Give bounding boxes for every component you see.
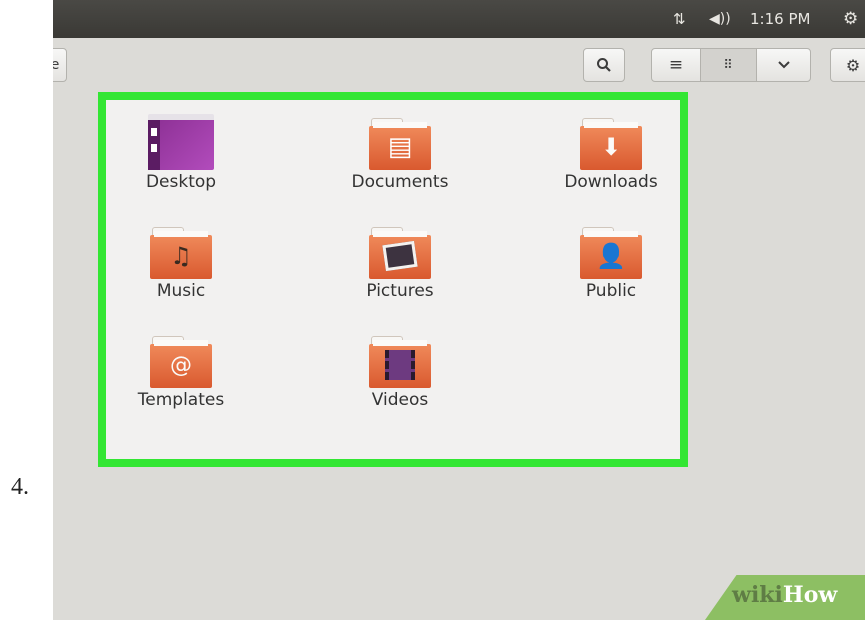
- folder-item-desktop[interactable]: Desktop: [106, 114, 256, 192]
- power-gear-icon[interactable]: ⚙: [843, 9, 858, 29]
- grid-view-button[interactable]: ⠿: [700, 48, 757, 82]
- folder-label: Templates: [137, 390, 225, 410]
- toolbar: e ≡ ⠿ ⚙: [53, 38, 865, 100]
- folder-item-pictures[interactable]: Pictures: [325, 223, 475, 301]
- templates-folder-icon: @: [148, 332, 214, 388]
- grid-view-icon: ⠿: [723, 57, 734, 73]
- folder-item-downloads[interactable]: ⬇ Downloads: [536, 114, 686, 192]
- public-folder-icon: 👤: [578, 223, 644, 279]
- list-view-button[interactable]: ≡: [651, 48, 701, 82]
- settings-button[interactable]: ⚙: [830, 48, 865, 82]
- folder-label: Pictures: [366, 281, 434, 301]
- documents-folder-icon: ▤: [367, 114, 433, 170]
- folder-label: Downloads: [564, 172, 658, 192]
- folder-label: Public: [585, 281, 637, 301]
- videos-folder-icon: [367, 332, 433, 388]
- view-options-button[interactable]: [756, 48, 811, 82]
- folder-label: Videos: [371, 390, 429, 410]
- pictures-folder-icon: [367, 223, 433, 279]
- chevron-down-icon: [777, 61, 790, 69]
- back-button-label: e: [53, 57, 60, 73]
- step-number: 4.: [11, 474, 29, 500]
- watermark: wikiHow: [732, 582, 837, 608]
- folder-label: Documents: [351, 172, 449, 192]
- folder-item-videos[interactable]: Videos: [325, 332, 475, 410]
- desktop-icon: [148, 114, 214, 170]
- file-manager-screen: ⇅ ◀)) 1:16 PM ⚙ e ≡ ⠿ ⚙ Desktop ▤ Docume…: [53, 0, 865, 620]
- watermark-part2: How: [782, 582, 838, 608]
- search-button[interactable]: [583, 48, 625, 82]
- music-folder-icon: ♫: [148, 223, 214, 279]
- view-switcher: ≡ ⠿: [651, 48, 816, 82]
- search-icon: [597, 58, 611, 72]
- list-view-icon: ≡: [668, 55, 684, 75]
- folder-item-public[interactable]: 👤 Public: [536, 223, 686, 301]
- clock[interactable]: 1:16 PM: [750, 9, 810, 29]
- volume-icon[interactable]: ◀)): [709, 9, 731, 29]
- network-updown-icon[interactable]: ⇅: [673, 9, 685, 29]
- folder-item-music[interactable]: ♫ Music: [106, 223, 256, 301]
- folder-view: Desktop ▤ Documents ⬇ Downloads ♫ Music: [98, 92, 688, 467]
- top-panel: ⇅ ◀)) 1:16 PM ⚙: [53, 0, 865, 38]
- watermark-part1: wiki: [732, 582, 783, 608]
- back-button[interactable]: e: [53, 48, 67, 82]
- downloads-folder-icon: ⬇: [578, 114, 644, 170]
- folder-item-documents[interactable]: ▤ Documents: [325, 114, 475, 192]
- folder-label: Music: [156, 281, 206, 301]
- folder-label: Desktop: [145, 172, 217, 192]
- gear-icon: ⚙: [845, 55, 861, 75]
- folder-item-templates[interactable]: @ Templates: [106, 332, 256, 410]
